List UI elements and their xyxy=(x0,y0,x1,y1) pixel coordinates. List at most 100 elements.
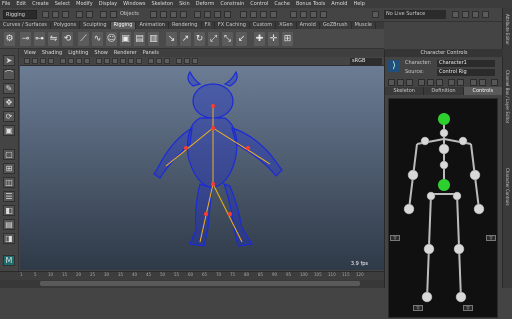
key-icon[interactable] xyxy=(418,79,425,86)
film-gate-icon[interactable] xyxy=(68,58,74,64)
snap-grid-icon[interactable] xyxy=(194,11,201,18)
right-foot-button[interactable]: ▽ xyxy=(463,305,473,311)
xray-joints-icon[interactable] xyxy=(184,58,190,64)
outliner-layout-icon[interactable]: ☰ xyxy=(3,191,15,202)
camera-attributes-icon[interactable] xyxy=(32,58,38,64)
smooth-shade-icon[interactable] xyxy=(104,58,110,64)
shadows-icon[interactable] xyxy=(136,58,142,64)
paint-weights-icon[interactable]: ▤ xyxy=(134,32,145,46)
menu-deform[interactable]: Deform xyxy=(196,1,215,7)
full-body-icon[interactable] xyxy=(388,79,395,86)
fk-ik-icon[interactable] xyxy=(470,79,477,86)
character-dropdown[interactable]: Character1 xyxy=(437,60,495,67)
hypershade-icon[interactable] xyxy=(300,11,307,18)
shelf-tab-gozbrush[interactable]: GoZBrush xyxy=(320,22,352,29)
color-space-field[interactable]: sRGB gamma xyxy=(350,58,382,71)
create-joints-icon[interactable]: ⊸ xyxy=(20,32,31,46)
menu-bonus-tools[interactable]: Bonus Tools xyxy=(296,1,325,7)
modeling-toolkit-icon[interactable] xyxy=(290,11,297,18)
left-foot-button[interactable]: ▽ xyxy=(413,305,423,311)
source-dropdown[interactable]: Control Rig xyxy=(437,69,495,76)
motion-blur-icon[interactable] xyxy=(156,58,162,64)
tool-settings-icon[interactable] xyxy=(482,11,489,18)
camera-icon[interactable] xyxy=(24,58,30,64)
viewport-menu-panels[interactable]: Panels xyxy=(143,49,159,57)
insert-joint-icon[interactable]: ⊶ xyxy=(34,32,45,46)
shelf-tab-xgen[interactable]: XGen xyxy=(276,22,297,29)
ik-handle-icon[interactable]: ⟋ xyxy=(78,32,89,46)
undo-icon[interactable] xyxy=(76,11,83,18)
menu-cache[interactable]: Cache xyxy=(274,1,290,7)
cluster-icon[interactable]: ✚ xyxy=(254,32,265,46)
left-hand-button[interactable]: ▽ xyxy=(390,235,400,241)
select-tool-icon[interactable]: ➤ xyxy=(3,55,15,66)
persp-graph-layout-icon[interactable]: ▤ xyxy=(3,219,15,230)
lights-icon[interactable] xyxy=(128,58,134,64)
new-scene-icon[interactable] xyxy=(42,11,49,18)
render-settings-icon[interactable] xyxy=(270,11,277,18)
range-slider[interactable] xyxy=(0,280,384,288)
paint-select-icon[interactable]: ✎ xyxy=(3,83,15,94)
viewport-menu-shading[interactable]: Shading xyxy=(42,49,62,57)
save-scene-icon[interactable] xyxy=(62,11,69,18)
quick-rig-icon[interactable]: ☺ xyxy=(106,32,117,46)
viewport-menu-show[interactable]: Show xyxy=(94,49,108,57)
select-object-icon[interactable] xyxy=(110,11,117,18)
open-scene-icon[interactable] xyxy=(52,11,59,18)
menu-skeleton[interactable]: Skeleton xyxy=(151,1,173,7)
persp-outliner-layout-icon[interactable]: ◨ xyxy=(3,233,15,244)
menu-modify[interactable]: Modify xyxy=(76,1,93,7)
gate-mask-icon[interactable] xyxy=(84,58,90,64)
image-plane-icon[interactable] xyxy=(48,58,54,64)
shelf-settings-icon[interactable]: ⚙ xyxy=(4,32,15,46)
channel-box-tab[interactable]: Channel Box / Layer Editor xyxy=(505,70,510,123)
mask-icon[interactable] xyxy=(180,11,187,18)
pin-translate-icon[interactable] xyxy=(427,79,434,86)
panel-settings-icon[interactable] xyxy=(491,79,498,86)
tab-controls[interactable]: Controls xyxy=(463,87,503,95)
ipr-render-icon[interactable] xyxy=(260,11,267,18)
rotate-tool-icon[interactable]: ⟳ xyxy=(3,111,15,122)
shelf-tab-polygons[interactable]: Polygons xyxy=(51,22,81,29)
humanik-logo-icon[interactable]: ⟩ xyxy=(388,60,400,72)
wireframe-on-shaded-icon[interactable] xyxy=(112,58,118,64)
display-icon[interactable] xyxy=(479,79,486,86)
wireframe-icon[interactable] xyxy=(96,58,102,64)
xray-mode-icon[interactable] xyxy=(192,58,198,64)
ambient-occlusion-icon[interactable] xyxy=(148,58,154,64)
four-view-layout-icon[interactable]: ⊞ xyxy=(3,163,15,174)
shelf-tab-curves-surfaces[interactable]: Curves / Surfaces xyxy=(0,22,51,29)
scale-tool-icon[interactable]: ▣ xyxy=(3,125,15,136)
character-set-icon[interactable]: ▥ xyxy=(148,32,159,46)
menu-select[interactable]: Select xyxy=(55,1,70,7)
render-view-icon[interactable] xyxy=(310,11,317,18)
shelf-tab-muscle[interactable]: Muscle xyxy=(352,22,376,29)
single-layout-icon[interactable]: ▢ xyxy=(3,149,15,160)
live-surface-icon[interactable] xyxy=(372,11,379,18)
viewport-menu-renderer[interactable]: Renderer xyxy=(114,49,137,57)
xray-icon[interactable] xyxy=(320,11,327,18)
live-surface-field[interactable]: No Live Surface xyxy=(384,10,446,19)
attribute-editor-tab[interactable]: Attribute Editor xyxy=(505,14,510,45)
body-part-icon[interactable] xyxy=(397,79,404,86)
outliner-icon[interactable] xyxy=(462,11,469,18)
range-slider-handle[interactable] xyxy=(40,281,360,286)
orient-constraint-icon[interactable]: ↻ xyxy=(194,32,205,46)
right-hand-button[interactable]: ▽ xyxy=(486,235,496,241)
mirror-joint-icon[interactable]: ⇋ xyxy=(48,32,59,46)
menu-display[interactable]: Display xyxy=(99,1,117,7)
shelf-tab-rendering[interactable]: Rendering xyxy=(169,22,202,29)
mask-icon[interactable] xyxy=(160,11,167,18)
perspective-viewport[interactable]: 3.9 fps xyxy=(20,66,384,270)
snap-point-icon[interactable] xyxy=(214,11,221,18)
viewport-menu-view[interactable]: View xyxy=(24,49,36,57)
history-icon[interactable] xyxy=(240,11,247,18)
tab-skeleton[interactable]: Skeleton xyxy=(385,87,425,95)
graph-layout-icon[interactable]: ◧ xyxy=(3,205,15,216)
pole-vector-icon[interactable]: ↙ xyxy=(236,32,247,46)
scale-constraint-icon[interactable]: ⤢ xyxy=(208,32,219,46)
move-tool-icon[interactable]: ✥ xyxy=(3,97,15,108)
stance-pose-icon[interactable] xyxy=(457,79,464,86)
lattice-icon[interactable]: ⊞ xyxy=(282,32,293,46)
grid-icon[interactable] xyxy=(60,58,66,64)
